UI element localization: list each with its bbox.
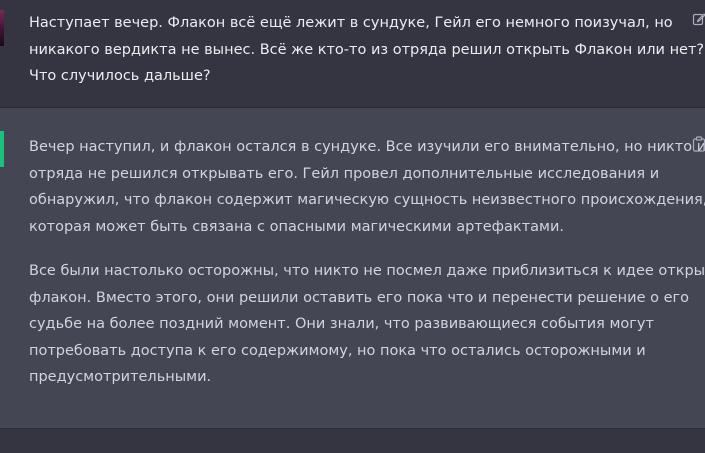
assistant-message-line: Все были настолько осторожны, что никто … [29, 263, 705, 279]
assistant-paragraph: Вечер наступил, и флакон остался в сунду… [29, 134, 705, 240]
assistant-message-line: отряда не решился открывать его. Гейл пр… [29, 165, 660, 182]
edit-icon[interactable] [692, 12, 705, 26]
assistant-message-line: флакон. Вместо этого, они решили оставит… [29, 289, 689, 306]
assistant-message-line: которая может быть связана с опасными ма… [29, 218, 564, 235]
user-message: Наступает вечер. Флакон всё ещё лежит в … [0, 0, 705, 108]
assistant-message-line: предусмотрительными. [29, 369, 212, 385]
assistant-message-line: обнаружил, что флакон содержит магическу… [29, 192, 705, 208]
assistant-message-line: потребовать доступа к его содержимому, н… [29, 342, 646, 359]
user-avatar [0, 10, 4, 46]
user-message-line: Что случилось дальше? [29, 68, 211, 84]
assistant-message-line: судьбе на более поздний момент. Они знал… [29, 316, 654, 332]
assistant-paragraph: Все были настолько осторожны, что никто … [29, 258, 705, 391]
assistant-message-text: Вечер наступил, и флакон остался в сунду… [29, 134, 705, 391]
user-message-line: Наступает вечер. Флакон всё ещё лежит в … [29, 15, 673, 31]
user-message-text: Наступает вечер. Флакон всё ещё лежит в … [29, 10, 705, 90]
assistant-avatar [0, 131, 4, 167]
assistant-message-line: Вечер наступил, и флакон остался в сунду… [29, 139, 705, 155]
user-message-line: никакого вердикта не вынес. Всё же кто-т… [29, 41, 705, 58]
composer-area [0, 429, 705, 453]
copy-icon[interactable] [692, 136, 705, 152]
